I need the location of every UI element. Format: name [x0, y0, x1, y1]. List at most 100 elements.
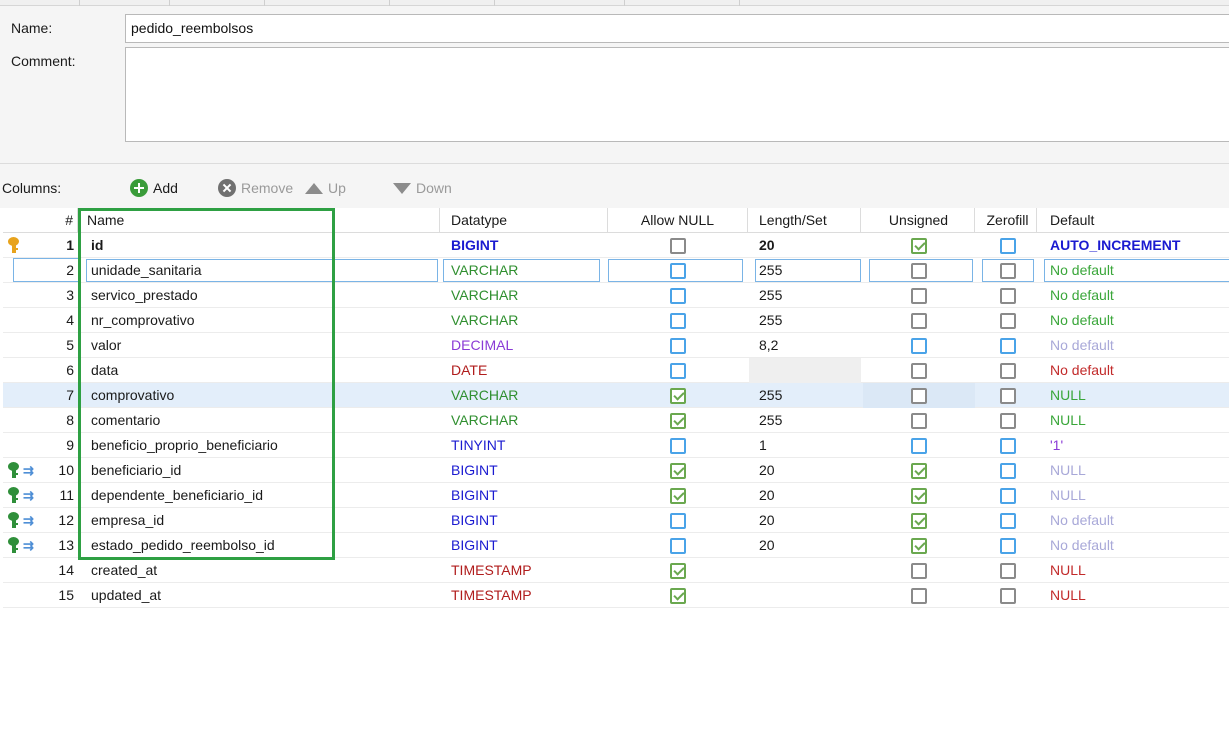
table-row[interactable]: 8 comentario VARCHAR 255 NULL [3, 408, 1229, 433]
column-default[interactable]: NULL [1040, 583, 1229, 608]
allow-null-checkbox[interactable] [670, 513, 686, 530]
column-default[interactable]: No default [1040, 358, 1229, 383]
unsigned-checkbox[interactable] [911, 438, 927, 455]
table-row[interactable]: 5 valor DECIMAL 8,2 No default [3, 333, 1229, 358]
zerofill-checkbox[interactable] [1000, 563, 1016, 580]
move-up-button[interactable]: Up [305, 178, 346, 198]
column-datatype[interactable]: TIMESTAMP [443, 583, 608, 608]
unsigned-checkbox[interactable] [911, 313, 927, 330]
zerofill-checkbox[interactable] [1000, 538, 1016, 555]
column-datatype[interactable]: BIGINT [443, 458, 608, 483]
column-datatype[interactable]: TINYINT [443, 433, 608, 458]
add-column-button[interactable]: Add [130, 178, 178, 198]
column-name[interactable]: valor [83, 333, 440, 358]
move-down-button[interactable]: Down [393, 178, 452, 198]
column-default[interactable]: NULL [1040, 383, 1229, 408]
table-row[interactable]: 9 beneficio_proprio_beneficiario TINYINT 1 '… [3, 433, 1229, 458]
unsigned-checkbox[interactable] [911, 413, 927, 430]
column-datatype[interactable]: TIMESTAMP [443, 558, 608, 583]
column-datatype[interactable]: VARCHAR [443, 408, 608, 433]
header-length[interactable]: Length/Set [749, 208, 861, 233]
column-length[interactable] [749, 558, 861, 583]
column-default[interactable]: No default [1040, 258, 1229, 283]
column-datatype[interactable]: VARCHAR [443, 383, 608, 408]
column-name[interactable]: comentario [83, 408, 440, 433]
zerofill-checkbox[interactable] [1000, 488, 1016, 505]
column-datatype[interactable]: BIGINT [443, 233, 608, 258]
column-length[interactable] [749, 358, 861, 383]
allow-null-checkbox[interactable] [670, 288, 686, 305]
column-datatype[interactable]: VARCHAR [443, 258, 608, 283]
column-name[interactable]: servico_prestado [83, 283, 440, 308]
unsigned-checkbox[interactable] [911, 263, 927, 280]
unsigned-checkbox[interactable] [911, 488, 927, 505]
column-default[interactable]: No default [1040, 283, 1229, 308]
column-name[interactable]: id [83, 233, 440, 258]
unsigned-checkbox[interactable] [911, 363, 927, 380]
column-name[interactable]: updated_at [83, 583, 440, 608]
allow-null-checkbox[interactable] [670, 363, 686, 380]
unsigned-checkbox[interactable] [911, 388, 927, 405]
unsigned-checkbox[interactable] [911, 238, 927, 255]
column-datatype[interactable]: VARCHAR [443, 308, 608, 333]
unsigned-checkbox[interactable] [911, 513, 927, 530]
unsigned-checkbox[interactable] [911, 338, 927, 355]
header-name[interactable]: Name [83, 208, 440, 233]
column-default[interactable]: No default [1040, 333, 1229, 358]
table-row[interactable]: 6 data DATE No default [3, 358, 1229, 383]
table-row[interactable]: ⇉ 10 beneficiario_id BIGINT 20 NULL [3, 458, 1229, 483]
table-name-input[interactable]: pedido_reembolsos [125, 14, 1229, 43]
table-row[interactable]: 1 id BIGINT 20 AUTO_INCREMENT [3, 233, 1229, 258]
zerofill-checkbox[interactable] [1000, 588, 1016, 605]
zerofill-checkbox[interactable] [1000, 388, 1016, 405]
zerofill-checkbox[interactable] [1000, 313, 1016, 330]
zerofill-checkbox[interactable] [1000, 438, 1016, 455]
table-row[interactable]: 3 servico_prestado VARCHAR 255 No default [3, 283, 1229, 308]
zerofill-checkbox[interactable] [1000, 263, 1016, 280]
column-datatype[interactable]: BIGINT [443, 508, 608, 533]
zerofill-checkbox[interactable] [1000, 463, 1016, 480]
allow-null-checkbox[interactable] [670, 563, 686, 580]
unsigned-checkbox[interactable] [911, 538, 927, 555]
column-default[interactable]: No default [1040, 308, 1229, 333]
column-length[interactable]: 255 [749, 383, 861, 408]
unsigned-checkbox[interactable] [911, 563, 927, 580]
column-length[interactable]: 20 [749, 233, 861, 258]
header-allow-null[interactable]: Allow NULL [608, 208, 748, 233]
column-name[interactable]: beneficio_proprio_beneficiario [83, 433, 440, 458]
column-length[interactable]: 255 [749, 258, 861, 283]
allow-null-checkbox[interactable] [670, 463, 686, 480]
remove-column-button[interactable]: Remove [218, 178, 293, 198]
allow-null-checkbox[interactable] [670, 313, 686, 330]
column-default[interactable]: '1' [1040, 433, 1229, 458]
column-name[interactable]: created_at [83, 558, 440, 583]
column-name[interactable]: beneficiario_id [83, 458, 440, 483]
column-length[interactable] [749, 583, 861, 608]
column-name[interactable]: unidade_sanitaria [83, 258, 440, 283]
allow-null-checkbox[interactable] [670, 413, 686, 430]
column-length[interactable]: 1 [749, 433, 861, 458]
column-length[interactable]: 20 [749, 508, 861, 533]
header-num[interactable]: # [3, 208, 78, 233]
table-row[interactable]: ⇉ 11 dependente_beneficiario_id BIGINT 20 NUL… [3, 483, 1229, 508]
column-length[interactable]: 8,2 [749, 333, 861, 358]
unsigned-checkbox[interactable] [911, 463, 927, 480]
allow-null-checkbox[interactable] [670, 438, 686, 455]
column-datatype[interactable]: DECIMAL [443, 333, 608, 358]
column-default[interactable]: NULL [1040, 558, 1229, 583]
column-length[interactable]: 20 [749, 533, 861, 558]
header-unsigned[interactable]: Unsigned [863, 208, 975, 233]
zerofill-checkbox[interactable] [1000, 513, 1016, 530]
column-name[interactable]: dependente_beneficiario_id [83, 483, 440, 508]
column-default[interactable]: NULL [1040, 483, 1229, 508]
zerofill-checkbox[interactable] [1000, 238, 1016, 255]
column-name[interactable]: estado_pedido_reembolso_id [83, 533, 440, 558]
allow-null-checkbox[interactable] [670, 488, 686, 505]
column-datatype[interactable]: DATE [443, 358, 608, 383]
column-name[interactable]: nr_comprovativo [83, 308, 440, 333]
column-default[interactable]: No default [1040, 533, 1229, 558]
column-name[interactable]: comprovativo [83, 383, 440, 408]
zerofill-checkbox[interactable] [1000, 413, 1016, 430]
zerofill-checkbox[interactable] [1000, 288, 1016, 305]
zerofill-checkbox[interactable] [1000, 338, 1016, 355]
